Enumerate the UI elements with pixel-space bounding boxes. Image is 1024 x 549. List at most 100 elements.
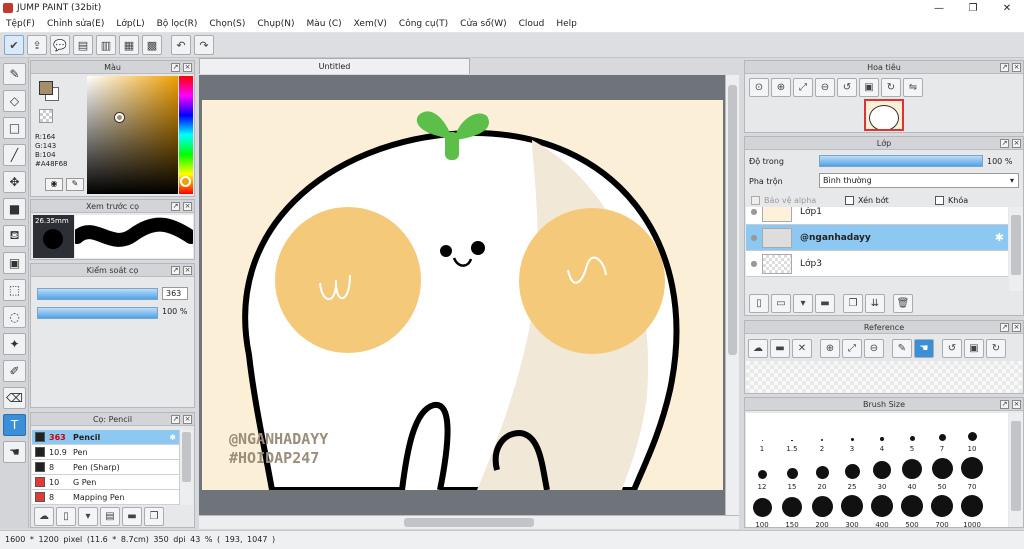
menu-tools[interactable]: Công cụ(T) <box>393 16 454 33</box>
text-tool-icon[interactable]: T <box>3 414 26 436</box>
visibility-icon[interactable]: ● <box>746 207 762 216</box>
brush-size-preset[interactable]: 100 <box>747 493 777 529</box>
settings-gear-icon[interactable]: ✱ <box>169 433 176 442</box>
lock-checkbox[interactable] <box>935 196 944 205</box>
fit-window-icon[interactable]: ⤢ <box>842 339 862 358</box>
lasso-tool-icon[interactable]: ◌ <box>3 306 26 328</box>
brush-tool-icon[interactable]: ✎ <box>3 63 26 85</box>
brush-upload-icon[interactable]: ☁ <box>34 507 54 526</box>
menu-edit[interactable]: Chỉnh sửa(E) <box>41 16 110 33</box>
menu-layer[interactable]: Lớp(L) <box>110 16 150 33</box>
document-icon[interactable]: ▥ <box>96 35 116 55</box>
undock-icon[interactable]: ↗ <box>171 266 180 275</box>
delete-layer-icon[interactable]: 🗑 <box>893 294 913 313</box>
merge-layer-icon[interactable]: ⇊ <box>865 294 885 313</box>
clip-checkbox[interactable] <box>845 196 854 205</box>
brush-size-preset[interactable]: 10 <box>957 417 987 453</box>
gradient-tool-icon[interactable]: ▣ <box>3 252 26 274</box>
brush-size-preset[interactable]: 400 <box>867 493 897 529</box>
duplicate-layer-icon[interactable]: ❐ <box>843 294 863 313</box>
comment-icon[interactable]: 💬 <box>50 35 70 55</box>
rotate-right-icon[interactable]: ↻ <box>986 339 1006 358</box>
menu-cloud[interactable]: Cloud <box>513 16 551 33</box>
hand-icon[interactable]: ☚ <box>914 339 934 358</box>
zoom-in-icon[interactable]: ⊕ <box>771 78 791 97</box>
clipboard-icon[interactable]: ▦ <box>119 35 139 55</box>
menu-capture[interactable]: Chụp(N) <box>251 16 300 33</box>
panel-close-icon[interactable]: × <box>1012 400 1021 409</box>
panel-close-icon[interactable]: × <box>1012 323 1021 332</box>
grid-settings-icon[interactable]: ▩ <box>142 35 162 55</box>
open-folder-icon[interactable]: ▬ <box>770 339 790 358</box>
undock-icon[interactable]: ↗ <box>171 202 180 211</box>
brush-menu-icon[interactable]: ▾ <box>78 507 98 526</box>
brush-size-preset[interactable]: 1.5 <box>777 417 807 453</box>
color-wheel-icon[interactable]: ◉ <box>45 178 63 191</box>
zoom-out-icon[interactable]: ⊖ <box>864 339 884 358</box>
zoom-in-icon[interactable]: ⊕ <box>820 339 840 358</box>
eyedropper-icon[interactable]: ✎ <box>66 178 84 191</box>
menu-file[interactable]: Tệp(F) <box>0 16 41 33</box>
share-icon[interactable]: ⇪ <box>27 35 47 55</box>
layer-opacity-slider[interactable] <box>819 155 983 167</box>
brush-list-scrollbar[interactable] <box>179 430 193 505</box>
canvas-vertical-scrollbar[interactable] <box>725 75 739 515</box>
reset-view-icon[interactable]: ▣ <box>859 78 879 97</box>
blend-mode-select[interactable]: Bình thường ▾ <box>819 173 1019 188</box>
message-icon[interactable]: ▤ <box>73 35 93 55</box>
menu-select[interactable]: Chọn(S) <box>203 16 251 33</box>
select-eraser-tool-icon[interactable]: ⌫ <box>3 387 26 409</box>
hand-tool-icon[interactable]: ☚ <box>3 441 26 463</box>
brush-opacity-slider[interactable] <box>37 307 158 319</box>
undo-icon[interactable]: ↶ <box>171 35 191 55</box>
saturation-value-picker[interactable] <box>87 76 178 194</box>
brush-size-preset[interactable]: 5 <box>897 417 927 453</box>
undock-icon[interactable]: ↗ <box>171 415 180 424</box>
undock-icon[interactable]: ↗ <box>1000 400 1009 409</box>
brush-size-preset[interactable]: 4 <box>867 417 897 453</box>
eraser-tool-icon[interactable]: ◇ <box>3 90 26 112</box>
rotate-right-icon[interactable]: ↻ <box>881 78 901 97</box>
rotate-left-icon[interactable]: ↺ <box>837 78 857 97</box>
layer-row[interactable]: ● @nganhadayy ✱ <box>746 225 1008 251</box>
zoom-out-icon[interactable]: ⊖ <box>815 78 835 97</box>
panel-close-icon[interactable]: × <box>1012 139 1021 148</box>
transparent-color-swatch[interactable] <box>39 109 53 123</box>
panel-close-icon[interactable]: × <box>183 202 192 211</box>
fit-window-icon[interactable]: ⤢ <box>793 78 813 97</box>
panel-close-icon[interactable]: × <box>1012 63 1021 72</box>
zoom-fit-icon[interactable]: ⊙ <box>749 78 769 97</box>
close-button[interactable]: ✕ <box>990 0 1024 16</box>
menu-help[interactable]: Help <box>550 16 583 33</box>
reference-upload-icon[interactable]: ☁ <box>748 339 768 358</box>
brush-size-preset[interactable]: 500 <box>897 493 927 529</box>
brush-size-preset[interactable]: 12 <box>747 455 777 491</box>
menu-filter[interactable]: Bộ lọc(R) <box>151 16 204 33</box>
brush-size-preset[interactable]: 3 <box>837 417 867 453</box>
brush-item[interactable]: 8 Mapping Pen <box>32 490 179 505</box>
brush-size-preset[interactable]: 7 <box>927 417 957 453</box>
brush-size-preset[interactable]: 25 <box>837 455 867 491</box>
eyedropper-icon[interactable]: ✎ <box>892 339 912 358</box>
brush-item[interactable]: 363 Pencil ✱ <box>32 430 179 445</box>
reset-view-icon[interactable]: ▣ <box>964 339 984 358</box>
panel-close-icon[interactable]: × <box>183 63 192 72</box>
brush-size-preset[interactable]: 50 <box>927 455 957 491</box>
close-reference-icon[interactable]: ✕ <box>792 339 812 358</box>
new-brush-icon[interactable]: ▯ <box>56 507 76 526</box>
redo-icon[interactable]: ↷ <box>194 35 214 55</box>
line-tool-icon[interactable]: ╱ <box>3 144 26 166</box>
layer-row[interactable]: ● Lớp1 <box>746 207 1008 225</box>
undock-icon[interactable]: ↗ <box>1000 323 1009 332</box>
navigator-thumbnail[interactable] <box>864 99 904 131</box>
reference-canvas[interactable] <box>746 361 1022 393</box>
brush-size-preset[interactable]: 700 <box>927 493 957 529</box>
brush-size-preset[interactable]: 300 <box>837 493 867 529</box>
brush-item[interactable]: 8 Pen (Sharp) <box>32 460 179 475</box>
bucket-tool-icon[interactable]: ⛾ <box>3 225 26 247</box>
protect-alpha-checkbox[interactable] <box>751 196 760 205</box>
minimize-button[interactable]: — <box>922 0 956 16</box>
maximize-button[interactable]: ❐ <box>956 0 990 16</box>
select-rect-tool-icon[interactable]: ⬚ <box>3 279 26 301</box>
brush-item[interactable]: 10.9 Pen <box>32 445 179 460</box>
